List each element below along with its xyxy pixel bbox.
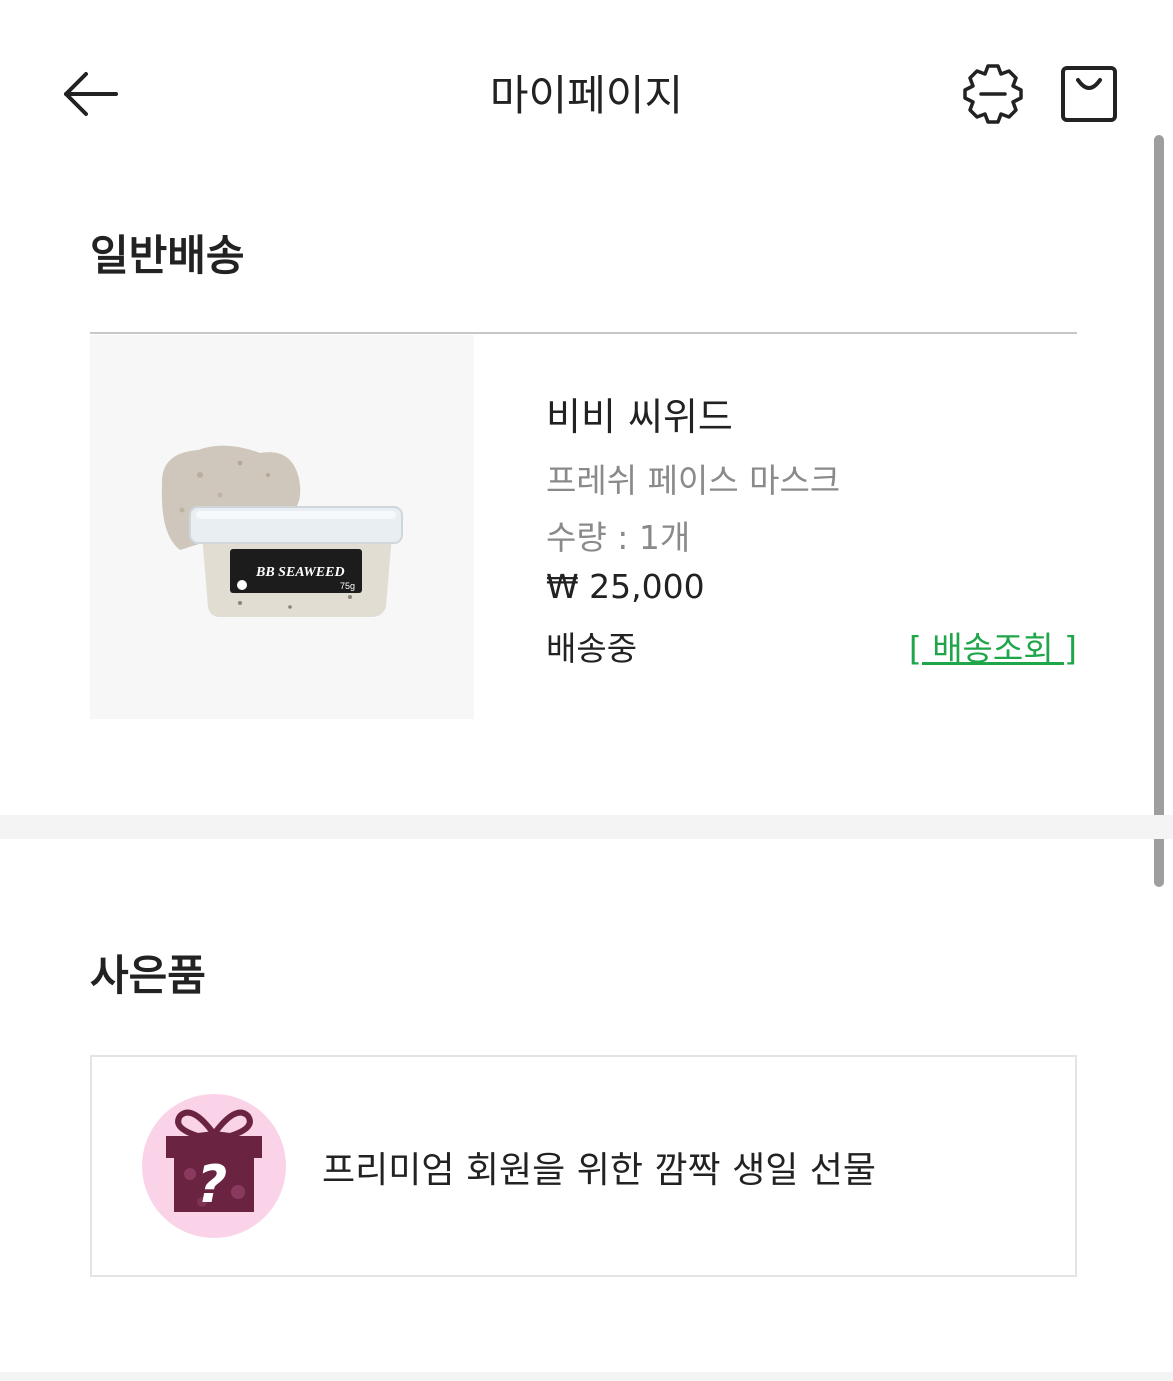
product-image-weight: 75g xyxy=(340,581,355,591)
scrollbar[interactable] xyxy=(1154,135,1164,887)
section-title-gift: 사은품 xyxy=(90,951,206,1000)
product-name[interactable]: 비비 씨위드 xyxy=(546,386,733,441)
product-category: 프레쉬 페이스 마스크 xyxy=(546,461,841,500)
svg-text:?: ? xyxy=(197,1155,227,1215)
cart-button[interactable] xyxy=(1058,62,1120,126)
gift-box-question-icon: ? xyxy=(142,1094,286,1238)
section-title-delivery: 일반배송 xyxy=(90,231,245,280)
shopping-bag-icon xyxy=(1061,66,1117,122)
product-price: ₩ 25,000 xyxy=(546,567,705,606)
product-image[interactable]: BB SEAWEED 75g xyxy=(90,335,474,719)
section-separator xyxy=(0,815,1173,839)
bottom-separator xyxy=(0,1372,1173,1381)
gift-item-text: 프리미엄 회원을 위한 깜짝 생일 선물 xyxy=(322,1150,877,1191)
gift-card[interactable]: ? 프리미엄 회원을 위한 깜짝 생일 선물 xyxy=(90,1055,1077,1277)
delivery-status: 배송중 xyxy=(546,629,638,668)
settings-button[interactable] xyxy=(960,62,1026,126)
divider xyxy=(90,332,1077,334)
product-quantity: 수량 : 1개 xyxy=(546,518,691,557)
product-image-label: BB SEAWEED xyxy=(255,565,345,580)
top-app-bar: 마이페이지 xyxy=(0,0,1173,190)
track-delivery-link[interactable]: [ 배송조회 ] xyxy=(909,622,1077,670)
gear-icon xyxy=(963,64,1023,124)
